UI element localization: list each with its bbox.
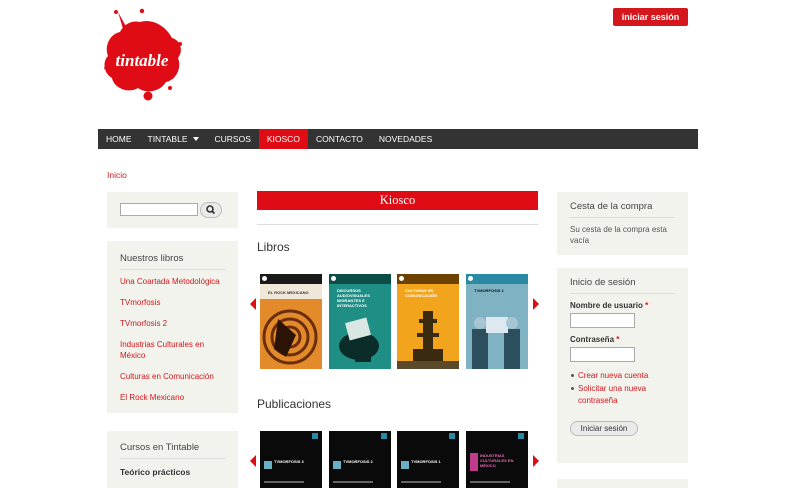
book-cover-title: CULTURAS EN COMUNICACIÓN: [405, 288, 437, 298]
cover-header: [329, 274, 391, 284]
cover-header: [397, 274, 459, 284]
courses-block: Cursos en Tintable Teórico prácticos: [107, 431, 238, 488]
cover-badge: [468, 276, 473, 281]
nav-item-kiosco[interactable]: KIOSCO: [258, 129, 308, 149]
tintable-logo[interactable]: tintable: [100, 8, 184, 108]
password-field[interactable]: [570, 347, 635, 362]
breadcrumb-home[interactable]: Inicio: [107, 170, 127, 180]
nav-item-cursos[interactable]: CURSOS: [207, 129, 259, 149]
books-section-title: Libros: [257, 240, 290, 254]
book-link-industrias[interactable]: Industrias Culturales en México: [120, 339, 225, 361]
cart-block: Cesta de la compra Su cesta de la compra…: [557, 192, 688, 255]
publication-cover-title: TVMORFOSIS 1: [411, 459, 441, 464]
publication-cover-tvmorfosis-2[interactable]: TVMORFOSIS 2: [329, 431, 391, 488]
publication-cover-tvmorfosis-1[interactable]: TVMORFOSIS 1: [397, 431, 459, 488]
cover-badge: [262, 276, 267, 281]
password-label: Contraseña *: [570, 335, 675, 344]
username-label-text: Nombre de usuario: [570, 301, 643, 310]
cover-art: [260, 299, 322, 369]
request-password-link[interactable]: Solicitar una nueva contraseña: [571, 383, 675, 407]
page-title: Kiosco: [257, 191, 538, 210]
cover-badge: [331, 276, 336, 281]
create-account-link[interactable]: Crear nueva cuenta: [571, 370, 675, 382]
login-submit-button[interactable]: Iniciar sesión: [570, 421, 638, 436]
cover-header: [260, 274, 322, 284]
book-cover-title: TVMORFOSIS 2: [474, 288, 504, 293]
chevron-down-icon: [192, 137, 199, 141]
publications-next-arrow-icon[interactable]: [533, 455, 539, 467]
book-cover-tvmorfosis-2[interactable]: TVMORFOSIS 2: [466, 274, 528, 369]
nav-item-tintable-label: TINTABLE: [147, 134, 188, 144]
password-label-text: Contraseña: [570, 335, 615, 344]
nav-item-novedades[interactable]: NOVEDADES: [371, 129, 440, 149]
books-block-title: Nuestros libros: [120, 253, 225, 270]
publication-cover-industrias[interactable]: INDUSTRIAS CULTURALES EN MÉXICO: [466, 431, 528, 488]
required-mark: *: [645, 301, 649, 310]
login-title: Inicio de sesión: [570, 277, 675, 294]
publication-cover-tvmorfosis-3[interactable]: TVMORFOSIS 3: [260, 431, 322, 488]
book-link-tvmorfosis[interactable]: TVmorfosis: [120, 297, 225, 308]
cover-art: [339, 317, 379, 362]
publication-cover-title: INDUSTRIAS CULTURALES EN MÉXICO: [480, 453, 514, 468]
main-nav: HOME TINTABLE CURSOS KIOSCO CONTACTO NOV…: [98, 129, 698, 149]
book-cover-title: EL ROCK MEXICANO: [268, 290, 309, 295]
publication-cover-title: TVMORFOSIS 3: [274, 459, 304, 464]
nav-item-tintable[interactable]: TINTABLE: [140, 129, 207, 149]
courses-block-title: Cursos en Tintable: [120, 442, 225, 459]
cover-badge: [399, 276, 404, 281]
books-prev-arrow-icon[interactable]: [250, 298, 256, 310]
username-field[interactable]: [570, 313, 635, 328]
username-label: Nombre de usuario *: [570, 301, 675, 310]
cover-art: [472, 317, 520, 369]
login-block: Inicio de sesión Nombre de usuario * Con…: [557, 268, 688, 463]
book-cover-rock-mexicano[interactable]: EL ROCK MEXICANO: [260, 274, 322, 369]
logo-text: tintable: [116, 51, 169, 70]
cover-art: [397, 311, 459, 369]
cart-empty-text: Su cesta de la compra esta vacía: [570, 225, 667, 245]
nav-item-contacto[interactable]: CONTACTO: [308, 129, 371, 149]
cover-header: [466, 274, 528, 284]
right-sidebar-block: [557, 479, 688, 488]
search-input[interactable]: [120, 203, 198, 216]
publications-section-title: Publicaciones: [257, 397, 332, 411]
login-links: Crear nueva cuenta Solicitar una nueva c…: [570, 370, 675, 407]
books-next-arrow-icon[interactable]: [533, 298, 539, 310]
search-button[interactable]: [200, 202, 222, 218]
book-link-tvmorfosis-2[interactable]: TVmorfosis 2: [120, 318, 225, 329]
required-mark: *: [616, 335, 620, 344]
book-link-rock[interactable]: El Rock Mexicano: [120, 392, 225, 403]
courses-subtitle: Teórico prácticos: [120, 467, 191, 477]
publication-cover-title: TVMORFOSIS 2: [343, 459, 373, 464]
book-cover-discursos[interactable]: DISCURSOS AUDIOVISUALES MIGRANTES E INTE…: [329, 274, 391, 369]
header-login-button[interactable]: iniciar sesión: [613, 8, 688, 26]
nav-item-home[interactable]: HOME: [98, 129, 140, 149]
books-block: Nuestros libros Una Coartada Metodológic…: [107, 241, 238, 413]
book-link-coartada[interactable]: Una Coartada Metodológica: [120, 276, 225, 287]
book-cover-title: DISCURSOS AUDIOVISUALES MIGRANTES E INTE…: [337, 288, 370, 308]
book-link-culturas[interactable]: Culturas en Comunicación: [120, 371, 225, 382]
publications-prev-arrow-icon[interactable]: [250, 455, 256, 467]
cart-title: Cesta de la compra: [570, 201, 675, 218]
book-cover-culturas[interactable]: CULTURAS EN COMUNICACIÓN: [397, 274, 459, 369]
divider: [257, 224, 538, 225]
